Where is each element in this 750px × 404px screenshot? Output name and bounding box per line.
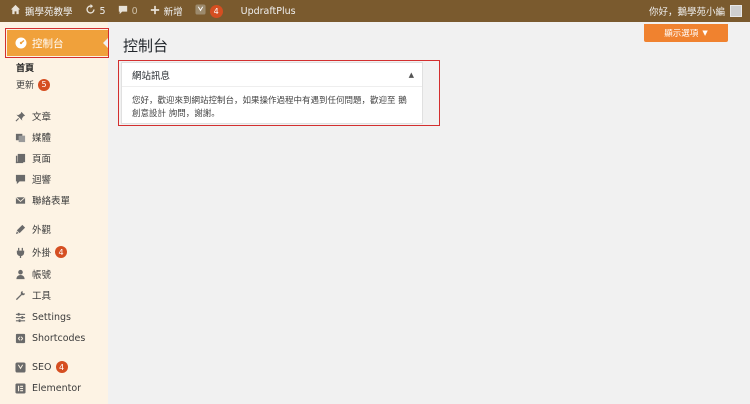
- sidebar-item-appearance[interactable]: 外觀: [14, 222, 51, 236]
- sidebar-item-users[interactable]: 帳號: [14, 267, 51, 281]
- main-content: 顯示選項 ▼ 控制台 網站訊息 ▲ 您好，歡迎來到網站控制台，如果操作過程中有遇…: [108, 22, 750, 404]
- widget-message: 您好，歡迎來到網站控制台，如果操作過程中有遇到任何問題，歡迎至: [132, 96, 396, 106]
- sidebar-item-pages[interactable]: 頁面: [14, 151, 51, 165]
- sidebar-item-elementor[interactable]: Elementor: [14, 381, 81, 395]
- seo-menu[interactable]: 4: [189, 0, 229, 22]
- yoast-icon: [195, 4, 206, 18]
- account-menu[interactable]: 你好，鵝學苑小編: [643, 0, 750, 22]
- sidebar-item-media[interactable]: 媒體: [14, 130, 51, 144]
- greeting: 你好，鵝學苑小編: [648, 7, 725, 18]
- caret-down-icon: ▼: [702, 29, 708, 37]
- pin-icon: [14, 110, 26, 122]
- home-icon: [10, 4, 21, 18]
- plugins-badge: 4: [55, 246, 68, 258]
- widget-header[interactable]: 網站訊息 ▲: [122, 63, 422, 87]
- pages-icon: [14, 152, 26, 164]
- media-icon: [14, 131, 26, 143]
- widget-title: 網站訊息: [132, 70, 171, 82]
- appearance-icon: [14, 223, 26, 235]
- sidebar-item-settings[interactable]: Settings: [14, 310, 71, 324]
- updates-badge: 5: [38, 78, 51, 91]
- admin-sidebar: 控制台 首頁 更新 5 文章 媒體 頁面 迴響 聯絡表單 外觀 外掛 4 帳號: [0, 22, 110, 404]
- comment-icon: [118, 5, 128, 18]
- refresh-icon: [85, 4, 96, 18]
- updates-link[interactable]: 5: [79, 0, 112, 22]
- sidebar-item-contact-form[interactable]: 聯絡表單: [14, 193, 70, 207]
- site-info-widget: 網站訊息 ▲ 您好，歡迎來到網站控制台，如果操作過程中有遇到任何問題，歡迎至 鵝…: [121, 62, 423, 124]
- admin-bar: 鵝學苑教學 5 0 新增 4 UpdraftPlus 你好，鵝學苑小編: [0, 0, 750, 22]
- shortcodes-icon: [14, 332, 26, 344]
- sidebar-item-seo[interactable]: SEO 4: [14, 360, 68, 374]
- sidebar-item-posts[interactable]: 文章: [14, 109, 51, 123]
- seo-badge: 4: [209, 4, 223, 18]
- new-content-link[interactable]: 新增: [144, 0, 189, 22]
- submenu-home[interactable]: 首頁: [16, 61, 34, 74]
- sidebar-item-plugins[interactable]: 外掛 4: [14, 245, 68, 259]
- site-name-link[interactable]: 鵝學苑教學: [0, 0, 79, 22]
- plus-icon: [150, 5, 160, 18]
- tools-icon: [14, 289, 26, 301]
- seo-icon: [14, 361, 26, 373]
- widget-body: 您好，歡迎來到網站控制台，如果操作過程中有遇到任何問題，歡迎至 鵝創意設計 詢問…: [122, 87, 422, 129]
- seo-badge: 4: [55, 361, 68, 373]
- users-icon: [14, 268, 26, 280]
- submenu-updates[interactable]: 更新 5: [16, 78, 51, 91]
- updraftplus-link[interactable]: UpdraftPlus: [229, 0, 302, 22]
- plugins-icon: [14, 246, 26, 258]
- avatar: [730, 5, 742, 17]
- screen-options-button[interactable]: 顯示選項 ▼: [644, 24, 728, 42]
- highlight-box: [5, 28, 109, 58]
- sidebar-item-comments[interactable]: 迴響: [14, 172, 51, 186]
- widget-message-end: 詢問，謝謝。: [168, 109, 220, 119]
- mail-icon: [14, 194, 26, 206]
- comments-icon: [14, 173, 26, 185]
- elementor-icon: [14, 382, 26, 394]
- sidebar-item-shortcodes[interactable]: Shortcodes: [14, 331, 85, 345]
- page-title: 控制台: [123, 37, 169, 55]
- sidebar-item-tools[interactable]: 工具: [14, 288, 51, 302]
- settings-icon: [14, 311, 26, 323]
- collapse-toggle-icon[interactable]: ▲: [409, 71, 414, 79]
- comments-link[interactable]: 0: [112, 0, 144, 22]
